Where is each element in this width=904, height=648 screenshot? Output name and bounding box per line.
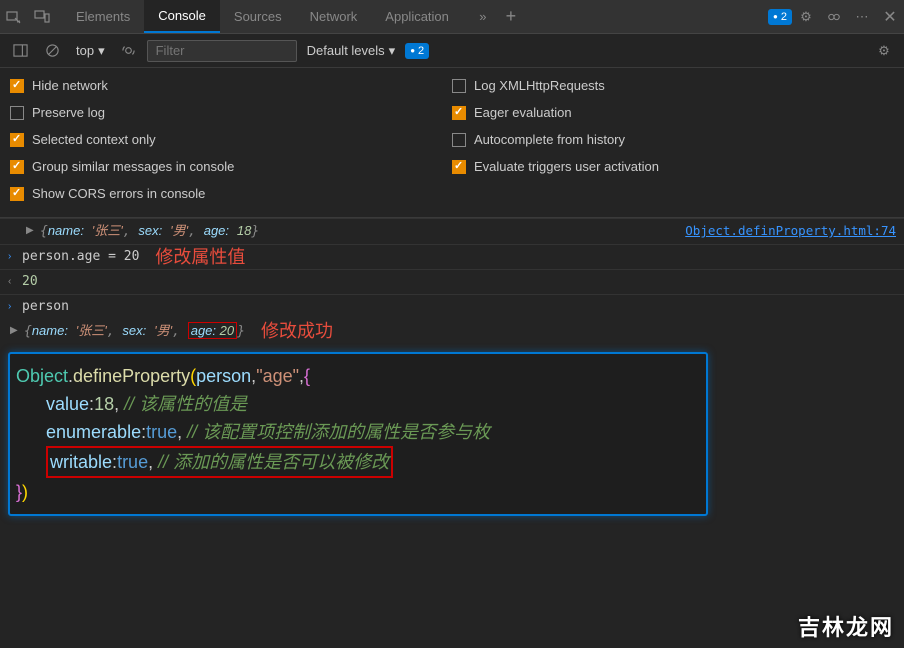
check-preserve-log[interactable]: Preserve log xyxy=(10,105,452,120)
check-user-activation[interactable]: Evaluate triggers user activation xyxy=(452,159,894,174)
context-label: top xyxy=(76,43,94,58)
console-row-object[interactable]: ▶ {name: '张三', sex: '男', age: 20} 修改成功 xyxy=(0,319,904,344)
checkbox-icon xyxy=(10,79,24,93)
sidebar-toggle-icon[interactable] xyxy=(6,37,34,65)
dock-icon[interactable] xyxy=(820,3,848,31)
console-input-text: person.age = 20 xyxy=(22,247,139,267)
tab-console[interactable]: Console xyxy=(144,0,220,33)
annotation-text: 修改属性值 xyxy=(155,247,245,267)
check-selected-context[interactable]: Selected context only xyxy=(10,132,452,147)
issues-badge[interactable]: 2 xyxy=(768,9,792,25)
tab-network[interactable]: Network xyxy=(296,0,372,33)
check-group-similar[interactable]: Group similar messages in console xyxy=(10,159,452,174)
devtools-tabbar: Elements Console Sources Network Applica… xyxy=(0,0,904,34)
checkbox-icon xyxy=(452,106,466,120)
console-output-value: 20 xyxy=(22,272,38,292)
more-menu-icon[interactable]: ⋯ xyxy=(848,3,876,31)
toolbar-issues-badge[interactable]: 2 xyxy=(405,43,429,59)
console-row-output: ‹ 20 xyxy=(0,269,904,294)
console-input-text: person xyxy=(22,297,69,317)
input-caret-icon: › xyxy=(8,297,22,317)
expand-icon[interactable]: ▶ xyxy=(26,221,40,241)
watermark-text: 吉林龙网 xyxy=(798,610,894,642)
tab-elements[interactable]: Elements xyxy=(62,0,144,33)
console-row-input[interactable]: › person xyxy=(0,294,904,319)
source-link[interactable]: Object.definProperty.html:74 xyxy=(685,221,896,241)
check-hide-network[interactable]: Hide network xyxy=(10,78,452,93)
levels-label: Default levels xyxy=(307,43,385,58)
check-eager-eval[interactable]: Eager evaluation xyxy=(452,105,894,120)
console-row-object[interactable]: ▶ {name: '张三', sex: '男', age: 18} Object… xyxy=(0,218,904,244)
settings-right-col: Log XMLHttpRequests Eager evaluation Aut… xyxy=(452,78,894,201)
tab-application[interactable]: Application xyxy=(371,0,463,33)
more-tabs-icon[interactable]: » xyxy=(469,3,497,31)
add-tab-icon[interactable]: + xyxy=(497,3,525,31)
output-caret-icon: ‹ xyxy=(8,272,22,292)
input-caret-icon: › xyxy=(8,247,22,267)
settings-left-col: Hide network Preserve log Selected conte… xyxy=(10,78,452,201)
live-expression-icon[interactable] xyxy=(115,37,143,65)
context-selector[interactable]: top ▾ xyxy=(70,41,111,61)
checkbox-icon xyxy=(10,187,24,201)
check-cors-errors[interactable]: Show CORS errors in console xyxy=(10,186,452,201)
chevron-down-icon: ▾ xyxy=(98,43,105,59)
inspect-icon[interactable] xyxy=(0,3,28,31)
chevron-down-icon: ▾ xyxy=(389,43,396,59)
object-preview: {name: '张三', sex: '男', age: 18} xyxy=(40,221,259,242)
checkbox-icon xyxy=(10,133,24,147)
console-settings-icon[interactable]: ⚙ xyxy=(870,37,898,65)
console-toolbar: top ▾ Default levels ▾ 2 ⚙ xyxy=(0,34,904,68)
clear-console-icon[interactable] xyxy=(38,37,66,65)
console-row-input[interactable]: › person.age = 20 修改属性值 xyxy=(0,244,904,269)
checkbox-icon xyxy=(10,106,24,120)
close-icon[interactable]: ✕ xyxy=(876,3,904,31)
console-settings-panel: Hide network Preserve log Selected conte… xyxy=(0,68,904,218)
checkbox-icon xyxy=(452,79,466,93)
check-autocomplete-history[interactable]: Autocomplete from history xyxy=(452,132,894,147)
tab-sources[interactable]: Sources xyxy=(220,0,296,33)
code-snippet: Object.defineProperty(person,"age",{ val… xyxy=(8,352,708,516)
filter-input[interactable] xyxy=(147,40,297,62)
tab-list: Elements Console Sources Network Applica… xyxy=(62,0,463,33)
checkbox-icon xyxy=(10,160,24,174)
settings-icon[interactable]: ⚙ xyxy=(792,3,820,31)
expand-icon[interactable]: ▶ xyxy=(10,321,24,341)
check-log-xhr[interactable]: Log XMLHttpRequests xyxy=(452,78,894,93)
annotation-text: 修改成功 xyxy=(261,321,333,341)
checkbox-icon xyxy=(452,133,466,147)
checkbox-icon xyxy=(452,160,466,174)
object-preview: {name: '张三', sex: '男', age: 20} xyxy=(24,321,245,342)
console-output: ▶ {name: '张三', sex: '男', age: 18} Object… xyxy=(0,218,904,516)
device-icon[interactable] xyxy=(28,3,56,31)
levels-dropdown[interactable]: Default levels ▾ xyxy=(301,43,402,59)
